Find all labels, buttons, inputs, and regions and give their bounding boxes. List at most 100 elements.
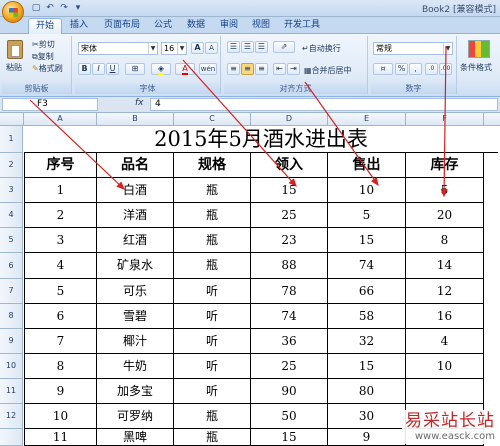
phonetic-button[interactable]: wén (199, 63, 217, 75)
merge-center-button[interactable]: ▦合并后居中 (304, 65, 352, 76)
cell-c10[interactable]: 听 (174, 354, 251, 379)
cell-b5[interactable]: 红酒 (97, 228, 174, 253)
cell-f8[interactable]: 16 (406, 304, 484, 329)
row-header-9[interactable]: 9 (0, 329, 23, 354)
bold-button[interactable]: B (78, 63, 91, 75)
cell-c5[interactable]: 瓶 (174, 228, 251, 253)
percent-button[interactable]: % (395, 63, 408, 75)
shrink-font-button[interactable]: A (205, 42, 218, 54)
orientation-button[interactable]: ⇗ (273, 41, 295, 53)
middle-align-button[interactable]: ☰ (241, 41, 254, 53)
cell-c12[interactable]: 瓶 (174, 404, 251, 429)
row-header-12[interactable]: 12 (0, 404, 23, 429)
font-size-dropdown[interactable]: 16 ▼ (161, 42, 187, 55)
fill-color-button[interactable]: ◈ (151, 63, 171, 75)
row-header-11[interactable]: 11 (0, 379, 23, 404)
column-header-a[interactable]: A (24, 113, 97, 126)
cell-e12[interactable]: 30 (328, 404, 406, 429)
cell-a12[interactable]: 10 (24, 404, 97, 429)
formula-input[interactable]: 4 (150, 98, 498, 111)
cell-a8[interactable]: 6 (24, 304, 97, 329)
tab-review[interactable]: 审阅 (216, 18, 242, 34)
cell-d9[interactable]: 36 (251, 329, 328, 354)
tab-page-layout[interactable]: 页面布局 (100, 18, 144, 34)
cell-a13[interactable]: 11 (24, 429, 97, 446)
cell-d11[interactable]: 90 (251, 379, 328, 404)
cell-f5[interactable]: 8 (406, 228, 484, 253)
cell-f11[interactable] (406, 379, 484, 404)
column-header-f[interactable]: F (406, 113, 484, 126)
cell-d7[interactable]: 78 (251, 279, 328, 304)
row-header-1[interactable]: 1 (0, 126, 23, 153)
cell-a7[interactable]: 5 (24, 279, 97, 304)
cell-b4[interactable]: 洋酒 (97, 203, 174, 228)
align-left-button[interactable]: ≡ (227, 63, 240, 75)
redo-icon[interactable]: ↷ (58, 2, 70, 14)
cell-d5[interactable]: 23 (251, 228, 328, 253)
name-box[interactable]: F3 (2, 98, 98, 111)
office-button[interactable] (2, 1, 24, 23)
cell-a3[interactable]: 1 (24, 178, 97, 203)
cell-b10[interactable]: 牛奶 (97, 354, 174, 379)
cell-a10[interactable]: 8 (24, 354, 97, 379)
cell-f7[interactable]: 12 (406, 279, 484, 304)
cell-e6[interactable]: 74 (328, 253, 406, 279)
format-painter-button[interactable]: ✎格式刷 (32, 63, 63, 74)
cell-b2[interactable]: 品名 (97, 153, 174, 178)
row-header-3[interactable]: 3 (0, 178, 23, 203)
cell-d8[interactable]: 74 (251, 304, 328, 329)
column-header-e[interactable]: E (328, 113, 406, 126)
tab-developer[interactable]: 开发工具 (282, 18, 322, 34)
conditional-format-button[interactable]: 条件格式 (460, 62, 492, 73)
row-header-2[interactable]: 2 (0, 153, 23, 178)
row-header-10[interactable]: 10 (0, 354, 23, 379)
insert-function-icon[interactable]: fx (135, 98, 144, 108)
cell-c6[interactable]: 瓶 (174, 253, 251, 279)
cell-a9[interactable]: 7 (24, 329, 97, 354)
decrease-indent-button[interactable]: ⇤ (273, 63, 286, 75)
cell-e13[interactable]: 9 (328, 429, 406, 446)
cell-e9[interactable]: 32 (328, 329, 406, 354)
top-align-button[interactable]: ☰ (227, 41, 240, 53)
cell-e4[interactable]: 5 (328, 203, 406, 228)
cell-e11[interactable]: 80 (328, 379, 406, 404)
cell-c4[interactable]: 瓶 (174, 203, 251, 228)
tab-view[interactable]: 视图 (248, 18, 274, 34)
column-header-b[interactable]: B (97, 113, 174, 126)
select-all-corner[interactable] (0, 113, 24, 126)
cell-f3[interactable]: 5 (406, 178, 484, 203)
cell-a5[interactable]: 3 (24, 228, 97, 253)
cell-d6[interactable]: 88 (251, 253, 328, 279)
customize-quick-access-icon[interactable]: ▾ (72, 2, 84, 14)
cell-e7[interactable]: 66 (328, 279, 406, 304)
cell-d13[interactable]: 15 (251, 429, 328, 446)
row-header-7[interactable]: 7 (0, 279, 23, 304)
cell-c11[interactable]: 听 (174, 379, 251, 404)
font-name-dropdown[interactable]: 宋体 ▼ (78, 42, 158, 55)
cell-c7[interactable]: 听 (174, 279, 251, 304)
cell-b7[interactable]: 可乐 (97, 279, 174, 304)
cell-b6[interactable]: 矿泉水 (97, 253, 174, 279)
tab-insert[interactable]: 插入 (66, 18, 92, 34)
tab-data[interactable]: 数据 (183, 18, 209, 34)
cell-c13[interactable]: 瓶 (174, 429, 251, 446)
sheet-title-cell[interactable]: 2015年5月酒水进出表 (24, 126, 498, 153)
row-header-5[interactable]: 5 (0, 228, 23, 253)
cell-b3[interactable]: 白酒 (97, 178, 174, 203)
cell-f10[interactable]: 10 (406, 354, 484, 379)
copy-button[interactable]: ⧉复制 (32, 51, 54, 62)
cell-d12[interactable]: 50 (251, 404, 328, 429)
cell-d10[interactable]: 25 (251, 354, 328, 379)
accounting-format-button[interactable]: ¤ (373, 63, 393, 75)
cell-b8[interactable]: 雪碧 (97, 304, 174, 329)
column-header-c[interactable]: C (174, 113, 251, 126)
cell-e2[interactable]: 售出 (328, 153, 406, 178)
bottom-align-button[interactable]: ☰ (255, 41, 268, 53)
comma-button[interactable]: , (409, 63, 422, 75)
row-header-4[interactable]: 4 (0, 203, 23, 228)
cell-a6[interactable]: 4 (24, 253, 97, 279)
cell-e10[interactable]: 15 (328, 354, 406, 379)
grow-font-button[interactable]: A (191, 42, 204, 54)
cell-a11[interactable]: 9 (24, 379, 97, 404)
cell-a2[interactable]: 序号 (24, 153, 97, 178)
